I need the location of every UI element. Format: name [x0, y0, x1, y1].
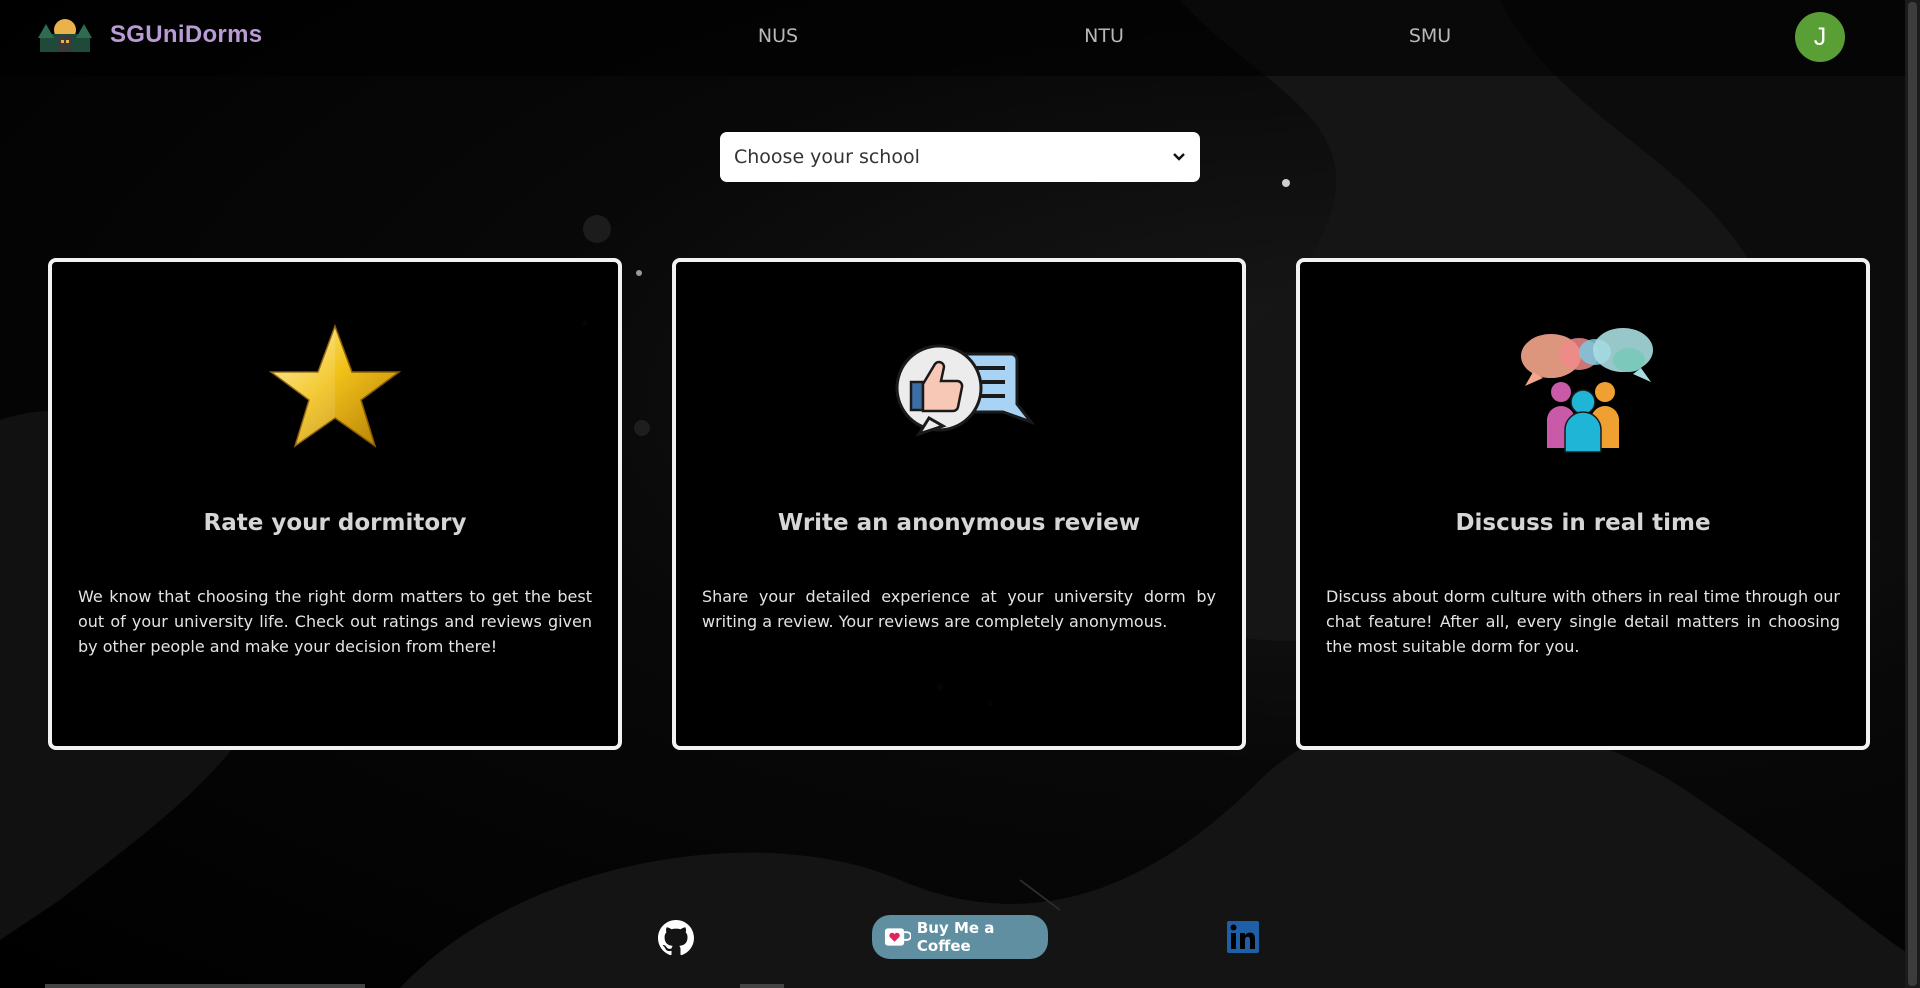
card-title: Rate your dormitory: [203, 510, 467, 536]
coffee-button-label: Buy Me a Coffee: [916, 919, 995, 955]
user-avatar[interactable]: J: [1795, 12, 1845, 62]
school-select-value: Choose your school: [734, 146, 920, 168]
card-description: Share your detailed experience at your u…: [702, 587, 1216, 631]
brand-logo-icon: [38, 19, 92, 52]
star-icon: [268, 324, 402, 448]
card-title: Discuss in real time: [1455, 510, 1711, 536]
chevron-down-icon: [1173, 153, 1185, 161]
nav-link-nus[interactable]: NUS: [758, 25, 798, 47]
navbar: SGUniDorms NUS NTU SMU J: [0, 0, 1920, 76]
horizontal-scroll-track: [45, 984, 365, 988]
coffee-cup-icon: [884, 928, 911, 946]
buy-me-a-coffee-button[interactable]: Buy Me a Coffee: [872, 915, 1048, 959]
nav-link-ntu[interactable]: NTU: [1084, 25, 1124, 47]
brand-link[interactable]: SGUniDorms: [38, 16, 262, 54]
page: SGUniDorms NUS NTU SMU J Choose your sch…: [0, 0, 1920, 988]
card-description: Discuss about dorm culture with others i…: [1326, 587, 1840, 656]
card-title: Write an anonymous review: [777, 510, 1141, 536]
feature-card-discuss: Discuss in real time Discuss about dorm …: [1296, 258, 1870, 750]
feature-card-rate: Rate your dormitory We know that choosin…: [48, 258, 622, 750]
brand-name: SGUniDorms: [110, 21, 263, 48]
horizontal-scroll-marker: [740, 984, 784, 988]
review-icon: [895, 344, 1036, 437]
vertical-scrollbar[interactable]: [1905, 0, 1920, 988]
school-select[interactable]: Choose your school: [720, 132, 1200, 182]
card-description: We know that choosing the right dorm mat…: [78, 587, 592, 656]
scrollbar-thumb[interactable]: [1908, 2, 1917, 986]
feature-card-review: Write an anonymous review Share your det…: [672, 258, 1246, 750]
nav-link-smu[interactable]: SMU: [1409, 25, 1451, 47]
github-icon[interactable]: [658, 920, 694, 956]
discussion-icon: [1521, 328, 1653, 453]
linkedin-icon[interactable]: [1226, 920, 1260, 954]
